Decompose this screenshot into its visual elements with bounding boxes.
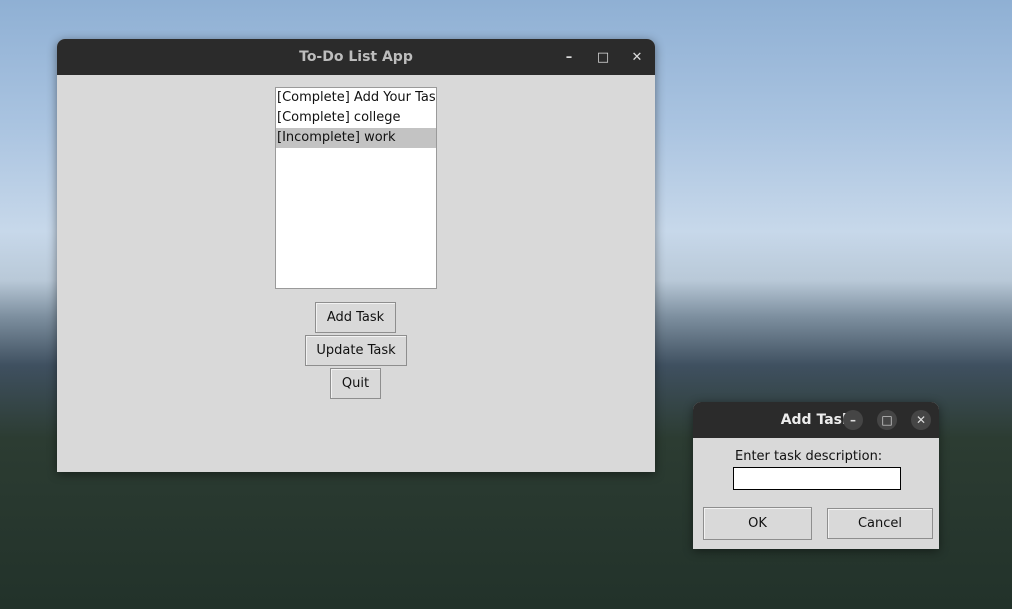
desktop-background: To-Do List App – □ ✕ [Complete] Add Your…: [0, 0, 1012, 609]
task-description-input[interactable]: [733, 467, 901, 490]
task-list-item[interactable]: [Complete] college: [276, 108, 436, 128]
cancel-button[interactable]: Cancel: [827, 508, 933, 539]
close-icon[interactable]: ✕: [911, 410, 931, 430]
task-description-label: Enter task description:: [735, 449, 883, 464]
dialog-title: Add Task: [780, 412, 852, 428]
maximize-icon[interactable]: □: [594, 48, 612, 66]
maximize-icon[interactable]: □: [877, 410, 897, 430]
main-window-title: To-Do List App: [299, 49, 413, 65]
minimize-icon[interactable]: –: [560, 48, 578, 66]
update-task-button[interactable]: Update Task: [305, 335, 407, 366]
main-titlebar[interactable]: To-Do List App – □ ✕: [57, 39, 655, 75]
dialog-titlebar[interactable]: Add Task – □ ✕: [693, 402, 939, 438]
close-icon[interactable]: ✕: [628, 48, 646, 66]
ok-button[interactable]: OK: [703, 507, 812, 540]
task-list-item[interactable]: [Complete] Add Your Task: [276, 88, 436, 108]
quit-button[interactable]: Quit: [330, 368, 381, 399]
todo-app-window: To-Do List App – □ ✕ [Complete] Add Your…: [57, 39, 655, 472]
add-task-dialog: Add Task – □ ✕ Enter task description: O…: [693, 402, 939, 549]
task-list-item-selected[interactable]: [Incomplete] work: [276, 128, 436, 148]
task-listbox[interactable]: [Complete] Add Your Task [Complete] coll…: [275, 87, 437, 289]
add-task-button[interactable]: Add Task: [315, 302, 396, 333]
minimize-icon[interactable]: –: [843, 410, 863, 430]
